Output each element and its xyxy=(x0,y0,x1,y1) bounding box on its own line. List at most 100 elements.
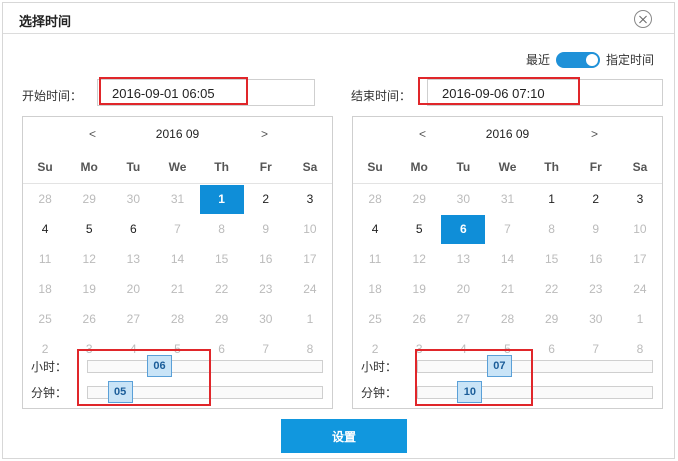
day-number: 3 xyxy=(636,192,644,206)
day-cell: 12 xyxy=(397,244,441,274)
month-label[interactable]: 2016 09 xyxy=(353,127,662,141)
day-number: 27 xyxy=(456,312,471,326)
day-number: 7 xyxy=(504,222,511,236)
day-cell: 9 xyxy=(244,214,288,244)
day-cell: 28 xyxy=(155,304,199,334)
next-month-icon[interactable]: > xyxy=(591,127,598,141)
day-number: 21 xyxy=(170,282,185,296)
day-cell[interactable]: 4 xyxy=(353,214,397,244)
day-number: 7 xyxy=(592,342,600,356)
close-icon[interactable] xyxy=(634,10,652,28)
week-row: 25 26 27 28 29 30 1 xyxy=(23,304,332,334)
hour-slider-thumb[interactable]: 06 xyxy=(147,355,172,377)
day-cell[interactable]: 2 xyxy=(574,184,618,215)
day-number: 21 xyxy=(500,282,515,296)
week-row: 4 5 6 7 8 9 10 xyxy=(23,214,332,244)
day-number: 26 xyxy=(412,312,426,326)
day-number: 29 xyxy=(412,192,426,206)
day-number: 17 xyxy=(303,252,317,266)
hour-label: 小时： xyxy=(361,360,398,374)
day-cell: 28 xyxy=(485,304,529,334)
day-cell: 9 xyxy=(574,214,618,244)
day-cell: 23 xyxy=(244,274,288,304)
mode-specified-label[interactable]: 指定时间 xyxy=(606,51,654,68)
day-number: 20 xyxy=(126,282,141,296)
day-cell[interactable]: 3 xyxy=(618,184,662,215)
day-cell: 22 xyxy=(200,274,244,304)
day-number: 30 xyxy=(456,192,471,206)
week-row: 4 5 6 7 8 9 10 xyxy=(353,214,662,244)
day-cell: 11 xyxy=(353,244,397,274)
dialog-title: 选择时间 xyxy=(19,14,72,29)
weekday-header: Su xyxy=(353,151,398,184)
day-cell: 29 xyxy=(67,184,111,215)
title-bar: 选择时间 xyxy=(3,3,674,34)
selected-day-cell[interactable]: 6 xyxy=(441,214,486,244)
day-number: 2 xyxy=(371,342,379,356)
day-cell: 7 xyxy=(485,214,529,244)
weekday-header: Sa xyxy=(287,151,332,184)
day-cell: 19 xyxy=(67,274,111,304)
day-cell: 22 xyxy=(530,274,574,304)
minute-slider-track[interactable]: 10 xyxy=(417,381,653,403)
next-month-icon[interactable]: > xyxy=(261,127,268,141)
day-cell: 21 xyxy=(485,274,529,304)
week-row: 25 26 27 28 29 30 1 xyxy=(353,304,662,334)
day-number: 1 xyxy=(199,184,244,214)
day-number: 7 xyxy=(262,342,270,356)
mode-recent-label[interactable]: 最近 xyxy=(526,51,550,68)
hour-slider-track[interactable]: 06 xyxy=(87,355,323,377)
minute-slider-thumb[interactable]: 10 xyxy=(457,381,483,403)
day-cell: 15 xyxy=(200,244,244,274)
start-time-label: 开始时间： xyxy=(22,89,83,103)
weekday-header: Mo xyxy=(67,151,112,184)
day-number: 20 xyxy=(456,282,471,296)
day-cell[interactable]: 4 xyxy=(23,214,67,244)
weekday-header: Tu xyxy=(111,151,156,184)
day-cell: 23 xyxy=(574,274,618,304)
day-number: 31 xyxy=(170,192,185,206)
day-cell: 8 xyxy=(200,214,244,244)
day-number: 28 xyxy=(170,312,185,326)
day-cell: 17 xyxy=(288,244,332,274)
day-number: 13 xyxy=(456,252,471,266)
hour-slider-track[interactable]: 07 xyxy=(417,355,653,377)
day-cell[interactable]: 5 xyxy=(67,214,111,244)
day-number: 15 xyxy=(544,252,559,266)
selected-day-cell[interactable]: 1 xyxy=(199,184,244,215)
day-number: 2 xyxy=(262,192,270,206)
week-row: 11 12 13 14 15 16 17 xyxy=(23,244,332,274)
month-label[interactable]: 2016 09 xyxy=(23,127,332,141)
day-cell[interactable]: 1 xyxy=(530,184,574,215)
day-number: 4 xyxy=(460,342,467,356)
day-cell: 13 xyxy=(111,244,155,274)
day-number: 25 xyxy=(38,312,52,326)
day-number: 1 xyxy=(548,192,555,206)
day-number: 6 xyxy=(548,342,555,356)
day-cell: 28 xyxy=(23,184,67,215)
day-cell: 29 xyxy=(530,304,574,334)
minute-slider-track[interactable]: 05 xyxy=(87,381,323,403)
end-time-input[interactable]: 2016-09-06 07:10 xyxy=(427,79,663,106)
start-time-input[interactable]: 2016-09-01 06:05 xyxy=(97,79,315,106)
minute-label: 分钟： xyxy=(361,386,398,400)
set-button[interactable]: 设置 xyxy=(281,419,407,453)
day-number: 8 xyxy=(306,342,314,356)
day-number: 19 xyxy=(82,282,96,296)
day-cell: 13 xyxy=(441,244,485,274)
day-cell: 31 xyxy=(485,184,529,215)
day-cell: 15 xyxy=(530,244,574,274)
minute-slider-thumb[interactable]: 05 xyxy=(107,381,133,403)
day-number: 3 xyxy=(415,342,423,356)
hour-slider-thumb[interactable]: 07 xyxy=(486,355,512,377)
mode-toggle[interactable] xyxy=(555,51,600,68)
day-cell: 17 xyxy=(618,244,662,274)
day-number: 16 xyxy=(259,252,273,266)
day-cell[interactable]: 2 xyxy=(244,184,288,215)
day-cell[interactable]: 6 xyxy=(111,214,155,244)
end-time-label: 结束时间： xyxy=(351,89,412,103)
weekday-header: Fr xyxy=(573,151,618,184)
day-cell[interactable]: 5 xyxy=(397,214,441,244)
day-cell[interactable]: 3 xyxy=(288,184,332,215)
day-cell: 1 xyxy=(618,304,662,334)
